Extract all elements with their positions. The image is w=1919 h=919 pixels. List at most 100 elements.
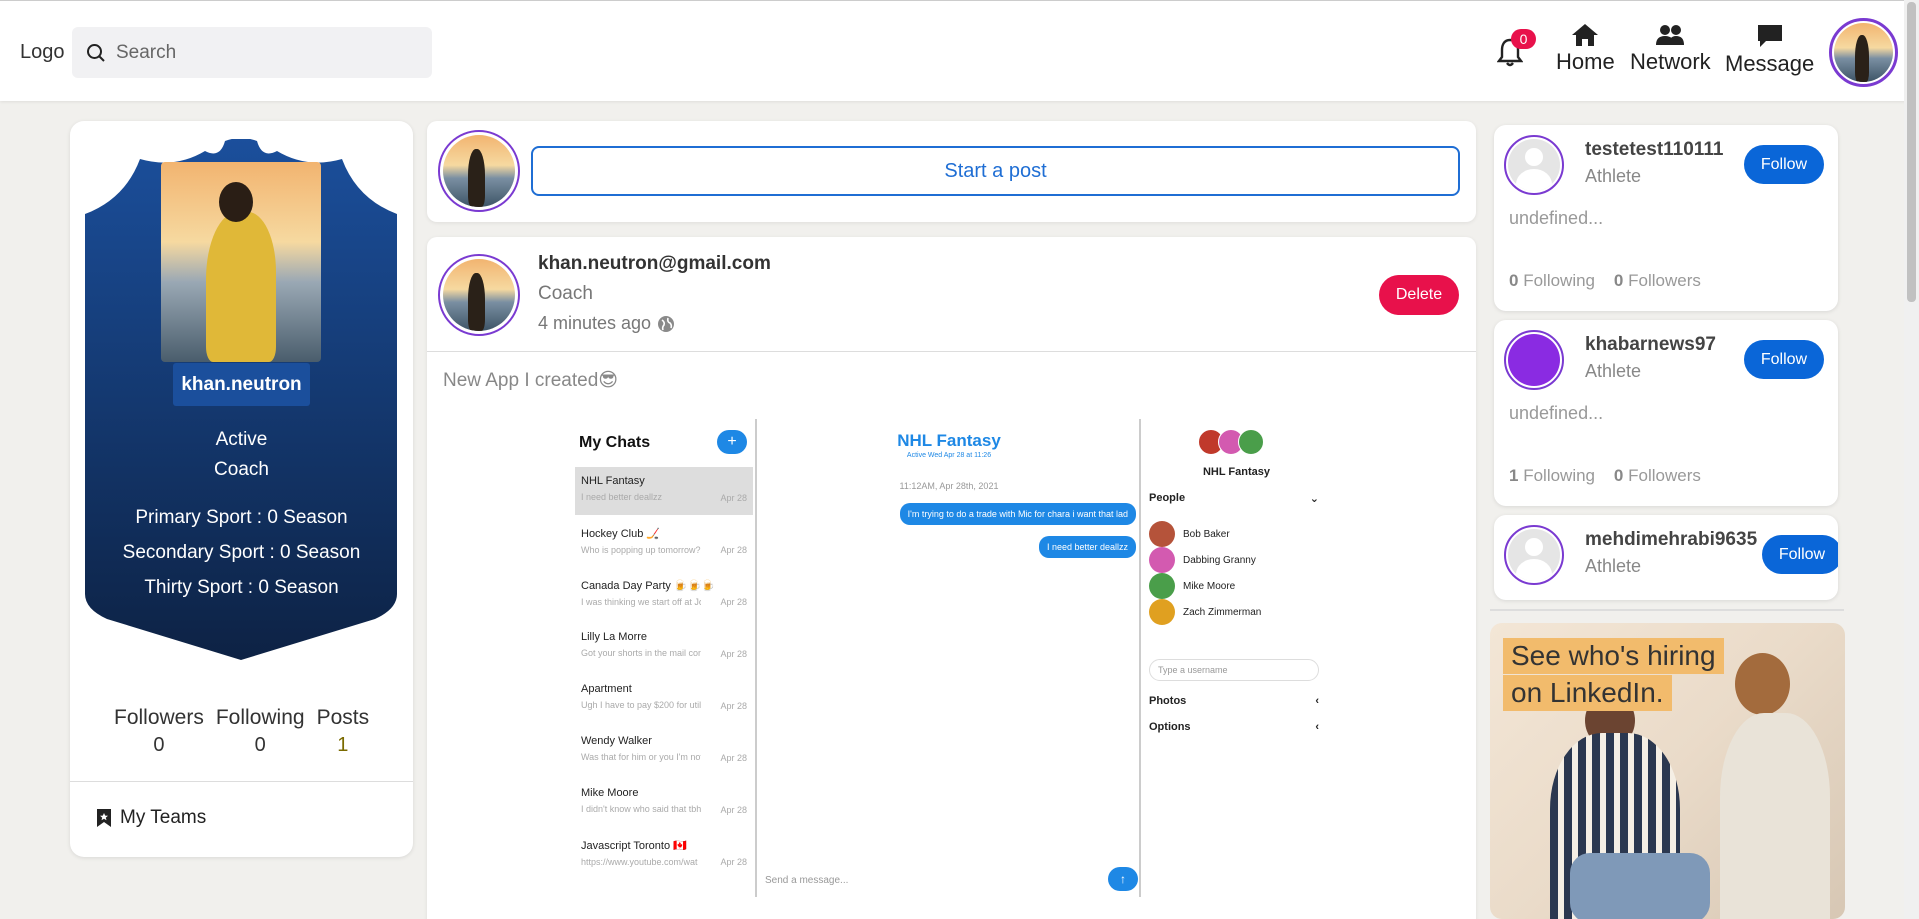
message-icon bbox=[1757, 25, 1782, 47]
stat-label: Followers bbox=[114, 706, 204, 729]
chat-preview: Got your shorts in the mail con bbox=[581, 648, 701, 658]
chat-item: Mike Moore I didn't know who said that tb… bbox=[575, 779, 753, 827]
search-input[interactable] bbox=[116, 41, 416, 64]
post-author-role: Coach bbox=[538, 283, 593, 304]
ad-figure bbox=[1720, 713, 1830, 919]
ad-figure bbox=[1735, 653, 1790, 715]
profile-role: Coach bbox=[214, 459, 269, 480]
options-section: Options ‹ bbox=[1149, 721, 1319, 733]
chats-title: My Chats bbox=[579, 434, 651, 451]
suggestion-name[interactable]: testetest110111 bbox=[1585, 139, 1723, 161]
chat-name: Canada Day Party 🍺🍺🍺 bbox=[581, 580, 716, 592]
chat-name: Apartment bbox=[581, 683, 632, 695]
followers-count: 0 bbox=[1613, 271, 1624, 290]
photos-section: Photos ‹ bbox=[1149, 695, 1319, 707]
post-author-email[interactable]: khan.neutron@gmail.com bbox=[538, 253, 771, 275]
divider bbox=[1490, 609, 1844, 611]
chat-name: Wendy Walker bbox=[581, 735, 652, 747]
chat-date: Apr 28 bbox=[720, 649, 747, 659]
post-author-avatar[interactable] bbox=[438, 254, 520, 336]
chat-item: Hockey Club 🏒 Who is popping up tomorrow?… bbox=[575, 519, 753, 567]
suggestion-role: Athlete bbox=[1585, 166, 1642, 186]
ad-headline-2: on LinkedIn. bbox=[1503, 675, 1672, 711]
chat-item: Lilly La Morre Got your shorts in the mai… bbox=[575, 623, 753, 671]
linkedin-ad[interactable]: See who's hiring on LinkedIn. bbox=[1490, 623, 1845, 919]
following-label: Following bbox=[1523, 466, 1596, 485]
chevron-left-icon: ‹ bbox=[1315, 721, 1319, 733]
nav-home[interactable]: Home bbox=[1556, 23, 1615, 75]
chat-name: Mike Moore bbox=[581, 787, 639, 799]
stat-followers[interactable]: Followers 0 bbox=[114, 706, 204, 757]
nav-network[interactable]: Network bbox=[1630, 23, 1711, 75]
suggestion-name[interactable]: khabarnews97 bbox=[1585, 334, 1716, 356]
bookmark-icon bbox=[97, 809, 111, 827]
chat-preview: Ugh I have to pay $200 for utili bbox=[581, 700, 701, 710]
profile-status: Active bbox=[215, 429, 268, 450]
post-timestamp: 4 minutes ago bbox=[538, 313, 675, 334]
stat-label: Following bbox=[215, 706, 305, 729]
follow-button[interactable]: Follow bbox=[1744, 145, 1824, 184]
photos-label: Photos bbox=[1149, 695, 1187, 707]
chat-preview: I need better deallzz bbox=[581, 492, 663, 502]
page-scrollbar[interactable] bbox=[1904, 0, 1919, 919]
suggestion-avatar[interactable] bbox=[1504, 330, 1564, 390]
stat-value: 0 bbox=[254, 734, 266, 756]
stat-posts[interactable]: Posts 1 bbox=[317, 706, 370, 757]
stat-following[interactable]: Following 0 bbox=[216, 706, 305, 757]
suggestion-bio: undefined... bbox=[1509, 403, 1604, 423]
suggestion-stats: 0 Following 0 Followers bbox=[1509, 271, 1701, 291]
follow-button[interactable]: Follow bbox=[1762, 535, 1838, 574]
chat-item: Javascript Toronto 🇨🇦 https://www.youtube… bbox=[575, 831, 753, 879]
chat-item: Apartment Ugh I have to pay $200 for util… bbox=[575, 675, 753, 723]
new-chat-button: + bbox=[717, 430, 747, 454]
people-icon bbox=[1656, 25, 1685, 45]
followers-label: Followers bbox=[1628, 466, 1701, 485]
chevron-left-icon: ‹ bbox=[1315, 695, 1319, 707]
search-box[interactable] bbox=[72, 27, 432, 78]
third-sport: Thirty Sport : 0 Season bbox=[144, 577, 339, 598]
start-post-button[interactable]: Start a post bbox=[531, 146, 1460, 196]
chat-item: Canada Day Party 🍺🍺🍺 I was thinking we st… bbox=[575, 571, 753, 619]
nav-message[interactable]: Message bbox=[1725, 23, 1814, 77]
following-count: 1 bbox=[1509, 466, 1519, 485]
delete-button[interactable]: Delete bbox=[1379, 275, 1459, 315]
suggestion-card: testetest110111 Athlete Follow undefined… bbox=[1494, 125, 1838, 311]
conversation-subtitle: Active Wed Apr 28 at 11:26 bbox=[906, 452, 992, 459]
suggestion-card: khabarnews97 Athlete Follow undefined...… bbox=[1494, 320, 1838, 506]
suggestion-role: Athlete bbox=[1585, 556, 1642, 576]
profile-photo[interactable] bbox=[161, 162, 321, 362]
conversation-date: 11:12AM, Apr 28th, 2021 bbox=[899, 481, 999, 491]
following-label: Following bbox=[1523, 271, 1596, 290]
suggestion-avatar[interactable] bbox=[1504, 525, 1564, 585]
logo[interactable]: Logo bbox=[20, 41, 65, 64]
my-teams-link[interactable]: My Teams bbox=[96, 807, 206, 829]
post-text: New App I created😎 bbox=[443, 370, 619, 391]
composer-avatar[interactable] bbox=[438, 130, 520, 212]
profile-card: khan.neutron Active Coach Primary Sport … bbox=[70, 121, 413, 857]
group-avatars bbox=[1198, 429, 1264, 455]
person-name: Mike Moore bbox=[1183, 580, 1236, 592]
person-name: Dabbing Granny bbox=[1183, 554, 1256, 566]
my-teams-label: My Teams bbox=[120, 807, 207, 828]
secondary-sport: Secondary Sport : 0 Season bbox=[122, 542, 361, 563]
message-bubble: I'm trying to do a trade with Mic for ch… bbox=[899, 503, 1136, 525]
suggestion-avatar[interactable] bbox=[1504, 135, 1564, 195]
feed-post: khan.neutron@gmail.com Coach 4 minutes a… bbox=[427, 237, 1476, 919]
follow-button[interactable]: Follow bbox=[1744, 340, 1824, 379]
followers-label: Followers bbox=[1628, 271, 1701, 290]
chat-date: Apr 28 bbox=[720, 753, 747, 763]
suggestion-name[interactable]: mehdimehrabi9635 bbox=[1585, 529, 1757, 551]
stat-label: Posts bbox=[316, 706, 370, 729]
profile-username: khan.neutron bbox=[173, 363, 310, 406]
stat-value: 1 bbox=[337, 734, 349, 756]
post-image[interactable]: My Chats + NHL Fantasy I need better deal… bbox=[570, 419, 1330, 897]
search-icon bbox=[87, 43, 105, 62]
user-avatar[interactable] bbox=[1829, 18, 1898, 87]
ad-figure bbox=[1570, 853, 1710, 919]
person-item: Zach Zimmerman bbox=[1149, 599, 1261, 625]
divider bbox=[70, 781, 413, 782]
chat-name: Lilly La Morre bbox=[581, 631, 648, 643]
notification-badge: 0 bbox=[1511, 29, 1536, 49]
chevron-down-icon: ⌄ bbox=[1309, 493, 1319, 505]
chat-info-panel: NHL Fantasy People ⌄ Bob Baker Dabbing Gr… bbox=[1139, 419, 1330, 897]
